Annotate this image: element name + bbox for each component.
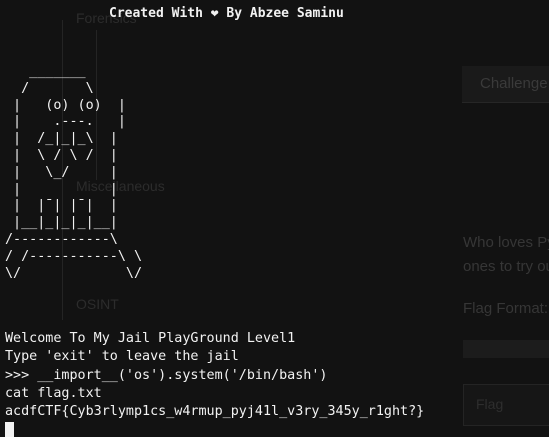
terminal-cursor[interactable] xyxy=(5,422,14,437)
terminal-window[interactable]: Created With ❤ By Abzee Saminu _______ /… xyxy=(0,0,549,437)
command-line: >>> __import__('os').system('/bin/bash') xyxy=(5,367,328,383)
terminal-output: Welcome To My Jail PlayGround Level1 Typ… xyxy=(5,330,424,421)
exit-hint-line: Type 'exit' to leave the jail xyxy=(5,349,239,365)
command-line: cat flag.txt xyxy=(5,385,102,401)
jail-ascii-art: _______ / \ | (o) (o) | | .---. | | /_|_… xyxy=(5,64,143,281)
flag-output-line: acdfCTF{Cyb3rlymp1cs_w4rmup_pyj41l_v3ry_… xyxy=(5,404,425,420)
welcome-line: Welcome To My Jail PlayGround Level1 xyxy=(5,331,296,346)
credit-banner: Created With ❤ By Abzee Saminu xyxy=(109,6,344,21)
